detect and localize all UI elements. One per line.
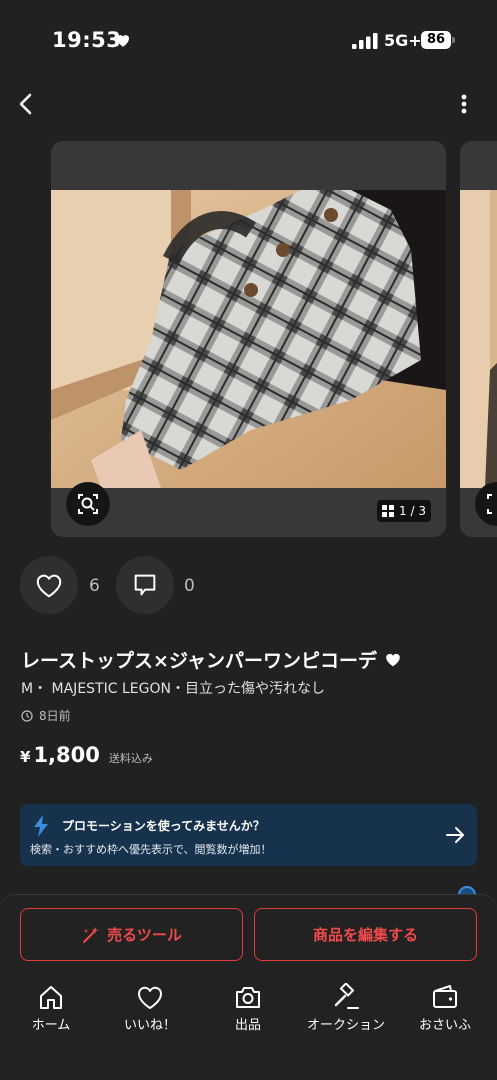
wallet-icon bbox=[433, 985, 457, 1008]
edit-item-label: 商品を編集する bbox=[312, 926, 418, 944]
heart-icon bbox=[138, 986, 162, 1009]
currency-symbol: ¥ bbox=[20, 748, 31, 766]
sell-tools-button[interactable]: 売るツール bbox=[20, 908, 243, 961]
magic-wand-icon bbox=[83, 926, 99, 943]
promotion-subtitle: 検索・おすすめ枠へ優先表示で、閲覧数が増加！ bbox=[30, 843, 272, 856]
like-count: 6 bbox=[89, 576, 100, 596]
image-search-button[interactable] bbox=[66, 482, 110, 526]
price-row: ¥ 1,800 送料込み bbox=[20, 743, 153, 767]
heart-icon bbox=[386, 653, 400, 667]
tab-likes[interactable]: いいね！ bbox=[105, 983, 195, 1033]
image-counter-text: 1 / 3 bbox=[399, 504, 426, 518]
sell-tools-label: 売るツール bbox=[107, 926, 182, 944]
tab-wallet[interactable]: おさいふ bbox=[400, 983, 490, 1033]
item-title: レーストップス×ジャンパーワンピコーデ bbox=[21, 650, 378, 672]
item-photo bbox=[51, 190, 446, 488]
scan-icon bbox=[487, 494, 492, 514]
battery-icon: 86 bbox=[421, 31, 451, 49]
edit-item-button[interactable]: 商品を編集する bbox=[254, 908, 477, 961]
arrow-right-icon bbox=[446, 827, 464, 843]
tab-auction[interactable]: オークション bbox=[301, 983, 391, 1033]
camera-icon bbox=[236, 987, 260, 1008]
network-label: 5G+ bbox=[384, 31, 422, 50]
status-bar: 19:53 5G+ 86 bbox=[0, 0, 497, 80]
tab-home-label: ホーム bbox=[31, 1018, 71, 1033]
comment-icon bbox=[134, 574, 156, 596]
gavel-icon bbox=[334, 983, 359, 1009]
posted-time: 8日前 bbox=[21, 707, 71, 724]
home-icon bbox=[40, 986, 62, 1009]
tab-likes-label: いいね！ bbox=[123, 1018, 176, 1033]
next-image-card[interactable] bbox=[460, 141, 497, 537]
next-item-photo bbox=[460, 190, 497, 488]
status-time: 19:53 bbox=[52, 28, 122, 52]
heart-status-icon bbox=[117, 35, 129, 47]
comment-button[interactable] bbox=[116, 556, 174, 614]
tab-wallet-label: おさいふ bbox=[418, 1018, 471, 1033]
image-counter: 1 / 3 bbox=[377, 500, 431, 522]
comment-count: 0 bbox=[184, 576, 195, 596]
price: 1,800 bbox=[33, 743, 100, 767]
like-button[interactable] bbox=[20, 556, 78, 614]
promotion-banner[interactable]: プロモーションを使ってみませんか？ 検索・おすすめ枠へ優先表示で、閲覧数が増加！ bbox=[20, 804, 477, 866]
tab-auction-label: オークション bbox=[306, 1018, 385, 1033]
back-icon[interactable] bbox=[14, 90, 38, 118]
promotion-title: プロモーションを使ってみませんか？ bbox=[62, 819, 265, 833]
battery-tip bbox=[452, 37, 455, 43]
more-vertical-icon[interactable] bbox=[454, 92, 474, 116]
tab-listing-label: 出品 bbox=[234, 1018, 261, 1033]
clock-icon bbox=[21, 709, 33, 722]
shipping-label: 送料込み bbox=[108, 752, 153, 765]
item-title-row: レーストップス×ジャンパーワンピコーデ bbox=[21, 646, 402, 673]
posted-time-text: 8日前 bbox=[39, 709, 71, 723]
item-image-card[interactable] bbox=[51, 141, 446, 537]
signal-icon bbox=[352, 33, 378, 49]
scan-icon bbox=[78, 494, 98, 514]
tab-home[interactable]: ホーム bbox=[6, 983, 96, 1033]
tab-listing[interactable]: 出品 bbox=[203, 983, 293, 1033]
lightning-icon bbox=[34, 815, 48, 837]
heart-outline-icon bbox=[36, 574, 62, 598]
item-meta: M・ MAJESTIC LEGON・目立った傷や汚れなし bbox=[21, 681, 325, 697]
image-search-button-next[interactable] bbox=[475, 482, 497, 526]
grid-icon bbox=[382, 505, 395, 517]
